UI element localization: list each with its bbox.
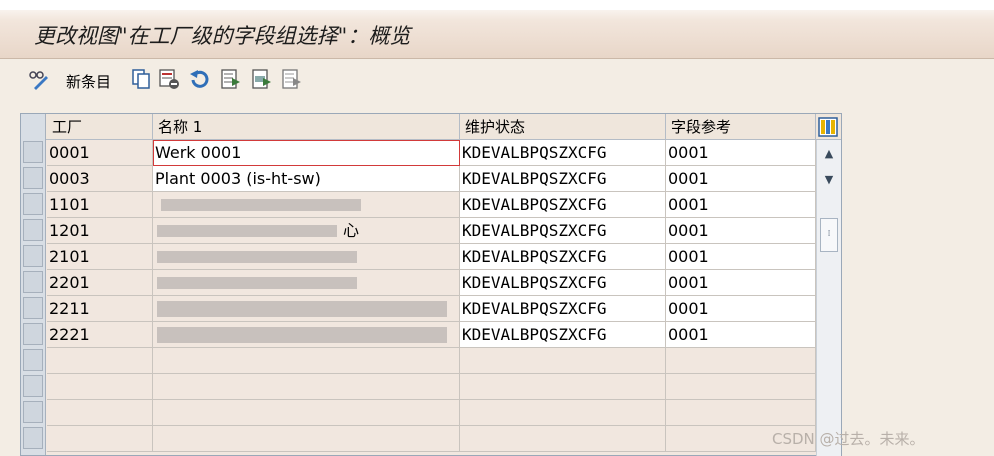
watermark: CSDN @过去。未来。 — [772, 430, 925, 448]
row-selector[interactable] — [23, 427, 43, 449]
row-selector[interactable] — [23, 297, 43, 319]
scrollbar-thumb[interactable]: ⁞ — [820, 218, 838, 252]
undo-icon[interactable] — [188, 68, 210, 90]
arrow-up-icon[interactable]: ▲ — [819, 144, 839, 164]
plant-cell[interactable]: 2201 — [47, 270, 153, 296]
arrow-down-icon[interactable]: ▼ — [819, 170, 839, 190]
empty-cell[interactable] — [153, 426, 460, 452]
empty-cell[interactable] — [460, 400, 666, 426]
redacted-block — [157, 277, 357, 289]
select-block-icon[interactable] — [251, 68, 273, 90]
empty-cell[interactable] — [460, 374, 666, 400]
empty-cell[interactable] — [666, 400, 816, 426]
row-selector[interactable] — [23, 219, 43, 241]
row-selector[interactable] — [23, 245, 43, 267]
name-cell[interactable] — [153, 322, 460, 348]
name-cell[interactable] — [153, 192, 460, 218]
empty-cell[interactable] — [47, 348, 153, 374]
plant-cell[interactable]: 1201 — [47, 218, 153, 244]
plant-field-group-table: 工厂 名称 1 维护状态 字段参考 0001 Werk 0001 KDEVALB… — [20, 113, 842, 456]
empty-cell[interactable] — [666, 374, 816, 400]
field-reference-cell[interactable]: 0001 — [666, 296, 816, 322]
field-reference-cell[interactable]: 0001 — [666, 244, 816, 270]
table-settings-icon[interactable] — [818, 117, 838, 137]
empty-cell[interactable] — [47, 374, 153, 400]
field-reference-cell[interactable]: 0001 — [666, 166, 816, 192]
row-selector-column — [21, 139, 46, 455]
empty-cell[interactable] — [153, 400, 460, 426]
empty-cell[interactable] — [153, 348, 460, 374]
row-selector[interactable] — [23, 323, 43, 345]
plant-cell[interactable]: 1101 — [47, 192, 153, 218]
status-cell[interactable]: KDEVALBPQSZXCFG — [460, 322, 666, 348]
field-reference-cell[interactable]: 0001 — [666, 270, 816, 296]
redacted-block — [157, 251, 357, 263]
plant-cell[interactable]: 0001 — [47, 140, 153, 166]
name-cell[interactable] — [153, 270, 460, 296]
new-entries-button[interactable]: 新条目 — [66, 71, 111, 92]
empty-cell[interactable] — [47, 400, 153, 426]
field-reference-cell[interactable]: 0001 — [666, 322, 816, 348]
status-cell[interactable]: KDEVALBPQSZXCFG — [460, 218, 666, 244]
name-cell[interactable]: Werk 0001 — [153, 140, 460, 166]
row-selector[interactable] — [23, 375, 43, 397]
application-toolbar: 新条目 — [0, 62, 994, 98]
name-text: 心 — [343, 221, 360, 240]
plant-cell[interactable]: 2221 — [47, 322, 153, 348]
row-selector[interactable] — [23, 349, 43, 371]
redacted-block — [157, 301, 447, 317]
redacted-block — [161, 199, 361, 211]
table-header: 工厂 名称 1 维护状态 字段参考 — [21, 114, 841, 140]
field-reference-cell[interactable]: 0001 — [666, 192, 816, 218]
delete-icon[interactable] — [158, 68, 180, 90]
page-title: 更改视图"在工厂级的字段组选择"：概览 — [34, 24, 411, 48]
select-all-icon[interactable] — [220, 68, 242, 90]
display-change-icon[interactable] — [28, 68, 50, 90]
column-header-maintenance-status[interactable]: 维护状态 — [460, 114, 666, 139]
empty-cell[interactable] — [460, 348, 666, 374]
select-all-rows-cell[interactable] — [21, 114, 46, 139]
status-cell[interactable]: KDEVALBPQSZXCFG — [460, 192, 666, 218]
empty-cell[interactable] — [153, 374, 460, 400]
plant-cell[interactable]: 0003 — [47, 166, 153, 192]
row-selector[interactable] — [23, 167, 43, 189]
copy-icon[interactable] — [130, 68, 152, 90]
status-cell[interactable]: KDEVALBPQSZXCFG — [460, 244, 666, 270]
field-reference-cell[interactable]: 0001 — [666, 218, 816, 244]
title-bar-top-strip — [0, 0, 994, 10]
row-selector[interactable] — [23, 271, 43, 293]
vertical-scrollbar[interactable]: ▲ ▼ ⁞ — [816, 140, 841, 456]
status-cell[interactable]: KDEVALBPQSZXCFG — [460, 166, 666, 192]
status-cell[interactable]: KDEVALBPQSZXCFG — [460, 270, 666, 296]
name-cell[interactable]: 心 — [153, 218, 460, 244]
redacted-block — [157, 225, 337, 237]
empty-cell[interactable] — [47, 426, 153, 452]
column-header-plant[interactable]: 工厂 — [47, 114, 153, 139]
empty-cell[interactable] — [666, 348, 816, 374]
name-cell[interactable] — [153, 296, 460, 322]
name-cell[interactable] — [153, 244, 460, 270]
redacted-block — [157, 327, 447, 343]
empty-cell[interactable] — [460, 426, 666, 452]
row-selector[interactable] — [23, 193, 43, 215]
plant-cell[interactable]: 2101 — [47, 244, 153, 270]
status-cell[interactable]: KDEVALBPQSZXCFG — [460, 140, 666, 166]
field-reference-cell[interactable]: 0001 — [666, 140, 816, 166]
plant-cell[interactable]: 2211 — [47, 296, 153, 322]
title-bar: 更改视图"在工厂级的字段组选择"：概览 — [0, 0, 994, 59]
name-cell[interactable]: Plant 0003 (is-ht-sw) — [153, 166, 460, 192]
status-cell[interactable]: KDEVALBPQSZXCFG — [460, 296, 666, 322]
deselect-all-icon[interactable] — [281, 68, 303, 90]
row-selector[interactable] — [23, 401, 43, 423]
column-header-field-reference[interactable]: 字段参考 — [666, 114, 816, 139]
column-header-name[interactable]: 名称 1 — [153, 114, 460, 139]
row-selector[interactable] — [23, 141, 43, 163]
